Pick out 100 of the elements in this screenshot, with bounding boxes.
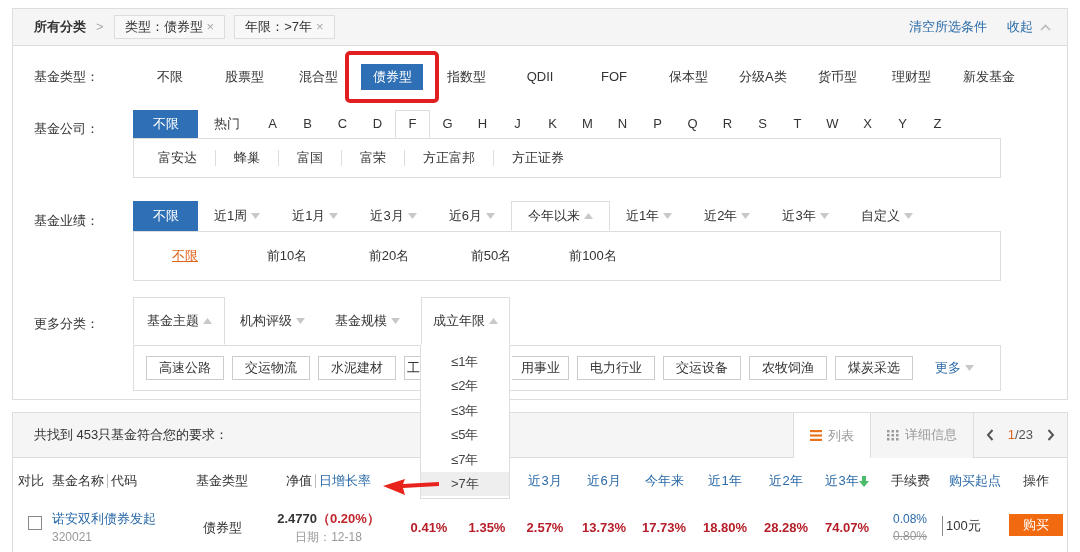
company-tab[interactable]: Q xyxy=(675,110,710,138)
rank-option[interactable]: 前10名 xyxy=(236,246,338,266)
category-tab[interactable]: 成立年限 xyxy=(421,297,510,345)
theme-tag[interactable]: 交运物流 xyxy=(232,356,310,380)
column-header[interactable]: 近3月 xyxy=(528,471,562,491)
filter-label: 基金类型： xyxy=(33,68,100,87)
collapse-link[interactable]: 收起 xyxy=(1007,17,1051,37)
fund-type-option[interactable]: QDII xyxy=(509,64,571,90)
fund-name-link[interactable]: 诺安双利债券发起 xyxy=(52,510,187,528)
fund-type-option[interactable]: 新发基金 xyxy=(954,64,1023,90)
period-tab[interactable]: 近1周 xyxy=(198,201,277,231)
original-fee: 0.80% xyxy=(893,528,927,545)
breadcrumb-root: 所有分类 xyxy=(34,18,86,37)
rank-option[interactable]: 前100名 xyxy=(542,246,644,266)
category-tab[interactable]: 基金规模 xyxy=(320,297,415,345)
fund-type-option[interactable]: 混合型 xyxy=(287,64,349,90)
company-tab[interactable]: P xyxy=(640,110,675,138)
company-tab[interactable]: Y xyxy=(885,110,920,138)
fund-type-option[interactable]: 货币型 xyxy=(806,64,869,90)
period-tab[interactable]: 近1年 xyxy=(609,201,689,231)
list-icon xyxy=(809,430,822,441)
period-tab[interactable]: 不限 xyxy=(133,201,198,231)
theme-tag[interactable]: 煤炭采选 xyxy=(835,356,913,380)
company-tab[interactable]: 不限 xyxy=(133,110,198,138)
fund-type-option[interactable]: 理财型 xyxy=(880,64,943,90)
company-link[interactable]: 方正证券 xyxy=(494,148,582,168)
company-tab[interactable]: J xyxy=(500,110,535,138)
fund-type-option[interactable]: 不限 xyxy=(139,64,201,90)
company-tab[interactable]: T xyxy=(780,110,815,138)
daily-change: （0.20%） xyxy=(316,510,380,528)
company-link[interactable]: 蜂巢 xyxy=(216,148,278,168)
column-header[interactable]: 今年来 xyxy=(644,471,684,491)
fund-type-option[interactable]: 债券型 xyxy=(361,64,423,90)
theme-tag[interactable]: 电力行业 xyxy=(577,356,655,380)
period-tab[interactable]: 近3月 xyxy=(354,201,433,231)
company-tab[interactable]: F xyxy=(395,110,430,138)
company-tab[interactable]: M xyxy=(570,110,605,138)
filter-label: 基金业绩： xyxy=(33,212,100,230)
column-header[interactable]: 近2年 xyxy=(769,471,803,491)
chevron-up-icon xyxy=(1040,23,1051,31)
column-header[interactable]: 近3年 xyxy=(825,471,859,491)
theme-tag[interactable]: 工 xyxy=(404,356,422,380)
compare-checkbox[interactable] xyxy=(28,516,42,530)
fee-rate: 0.08% xyxy=(893,511,927,528)
company-tab[interactable]: A xyxy=(255,110,290,138)
column-header[interactable]: 日增长率 xyxy=(319,471,371,491)
rank-option[interactable]: 不限 xyxy=(134,246,236,266)
nav-date: 日期：12-18 xyxy=(295,529,362,546)
rank-option[interactable]: 前50名 xyxy=(440,246,542,266)
period-tab[interactable]: 近2年 xyxy=(688,201,767,231)
company-tab[interactable]: W xyxy=(815,110,850,138)
period-tab[interactable]: 近1月 xyxy=(276,201,355,231)
return-value: 0.41% xyxy=(410,519,448,537)
next-page-button[interactable] xyxy=(1047,429,1055,441)
category-tab[interactable]: 基金主题 xyxy=(133,297,225,345)
company-link[interactable]: 富安达 xyxy=(140,148,215,168)
company-tab[interactable]: H xyxy=(465,110,500,138)
more-link[interactable]: 更多 xyxy=(935,358,974,378)
chevron-right-icon xyxy=(1047,429,1055,441)
theme-tag[interactable]: 水泥建材 xyxy=(318,356,396,380)
company-link[interactable]: 富国 xyxy=(279,148,341,168)
column-header[interactable]: 近6月 xyxy=(587,471,621,491)
company-tab[interactable]: 热门 xyxy=(198,110,255,138)
company-tab[interactable]: C xyxy=(325,110,360,138)
rank-option[interactable]: 前20名 xyxy=(338,246,440,266)
previous-page-button[interactable] xyxy=(985,429,994,441)
company-tab[interactable]: D xyxy=(360,110,395,138)
fund-type-option[interactable]: 股票型 xyxy=(213,64,275,90)
theme-tag[interactable]: 农牧饲渔 xyxy=(749,356,827,380)
fund-type: 债券型 xyxy=(202,519,242,537)
company-tab[interactable]: R xyxy=(710,110,745,138)
fund-type-option[interactable]: 指数型 xyxy=(435,64,497,90)
filter-label: 基金公司： xyxy=(33,120,100,138)
fund-type-option[interactable]: 分级A类 xyxy=(731,64,795,90)
period-tab[interactable]: 今年以来 xyxy=(510,201,610,231)
fund-type-option[interactable]: FOF xyxy=(583,64,645,90)
fund-type-option[interactable]: 保本型 xyxy=(657,64,719,90)
theme-tag[interactable]: 交运设备 xyxy=(663,356,741,380)
theme-tag[interactable]: 用事业 xyxy=(512,356,569,380)
company-tab[interactable]: X xyxy=(850,110,885,138)
breadcrumb-separator: > xyxy=(96,18,104,37)
company-tab[interactable]: K xyxy=(535,110,570,138)
category-tab[interactable]: 机构评级 xyxy=(225,297,320,345)
company-tab[interactable]: B xyxy=(290,110,325,138)
company-tab[interactable]: N xyxy=(605,110,640,138)
column-header[interactable]: 近1年 xyxy=(708,471,742,491)
company-tab[interactable]: G xyxy=(430,110,465,138)
company-link[interactable]: 富荣 xyxy=(342,148,404,168)
fund-code: 320021 xyxy=(52,529,94,546)
minimum-purchase: 100元 xyxy=(942,516,981,536)
period-tab[interactable]: 近3年 xyxy=(766,201,845,231)
period-tab[interactable]: 自定义 xyxy=(844,201,929,231)
company-link[interactable]: 方正富邦 xyxy=(405,148,493,168)
clear-link[interactable]: 清空所选条件 xyxy=(909,17,987,37)
company-tab[interactable]: Z xyxy=(920,110,955,138)
period-tab[interactable]: 近6月 xyxy=(432,201,511,231)
column-header[interactable]: 购买起点 xyxy=(948,471,1001,491)
column-header: 基金类型 xyxy=(196,472,248,491)
company-tab[interactable]: S xyxy=(745,110,780,138)
theme-tag[interactable]: 高速公路 xyxy=(146,356,224,380)
